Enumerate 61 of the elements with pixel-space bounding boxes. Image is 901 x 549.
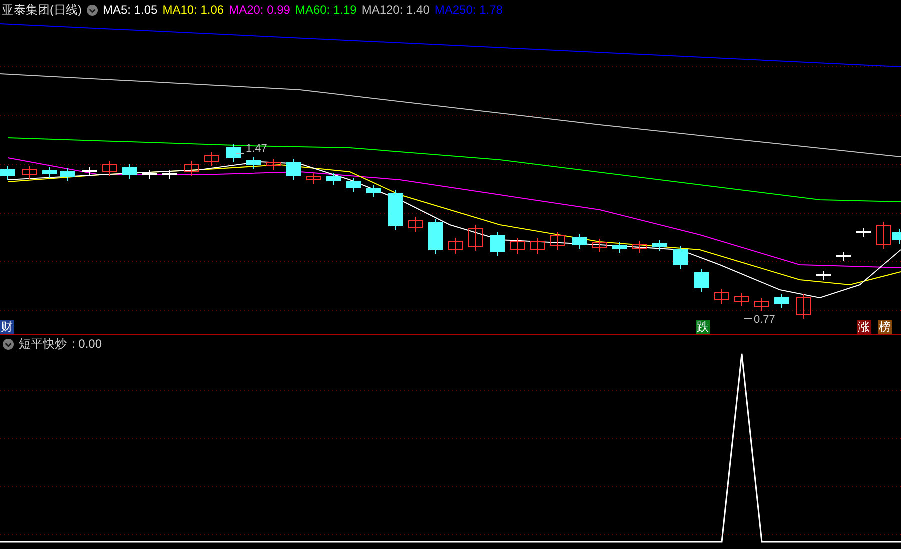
candlestick	[162, 170, 178, 180]
candlestick	[774, 294, 790, 308]
candlestick	[550, 232, 566, 250]
candlestick	[612, 242, 628, 254]
candlestick	[22, 166, 38, 180]
chevron-down-icon[interactable]	[3, 338, 14, 350]
candlestick	[142, 170, 158, 180]
moving-average-label: MA10: 1.06	[162, 2, 224, 19]
moving-average-label: MA20: 0.99	[229, 2, 290, 19]
signal-marker: 榜	[878, 320, 892, 334]
moving-average-label: MA250: 1.78	[434, 2, 503, 19]
candlestick	[408, 216, 424, 232]
indicator-value: : 0.00	[72, 336, 102, 353]
price-label: 0.77	[754, 313, 776, 328]
candlestick	[856, 228, 872, 238]
candlestick	[468, 224, 484, 252]
candlestick	[326, 172, 342, 186]
candlestick	[60, 168, 76, 182]
candlestick	[286, 158, 302, 180]
candlestick	[122, 164, 138, 180]
indicator-title: 短平快炒	[19, 336, 67, 353]
candlestick	[714, 288, 730, 304]
candlestick	[226, 144, 242, 162]
candlestick	[836, 252, 852, 262]
chevron-down-icon[interactable]	[87, 4, 98, 16]
moving-average-label: MA120: 1.40	[362, 2, 430, 19]
candlestick	[428, 218, 444, 254]
moving-average-label: MA60: 1.19	[295, 2, 357, 19]
candlestick	[674, 246, 688, 270]
signal-marker: 跌	[696, 320, 710, 334]
candlestick	[694, 268, 710, 292]
candlestick	[652, 240, 668, 252]
candlestick	[632, 240, 648, 254]
candlestick	[42, 166, 58, 178]
candlestick	[490, 232, 506, 256]
candlestick	[510, 238, 526, 254]
candlestick	[592, 238, 608, 252]
candlestick	[388, 190, 404, 230]
candlestick	[734, 292, 750, 306]
price-label: 1.47	[246, 143, 268, 155]
candlestick	[82, 166, 98, 176]
candlestick	[530, 238, 546, 254]
candlestick	[246, 156, 262, 170]
candlestick	[204, 152, 220, 166]
candlestick	[102, 160, 118, 176]
candlestick	[572, 234, 588, 250]
candlestick	[448, 238, 464, 254]
signal-marker: 涨	[857, 320, 871, 334]
stock-title: 亚泰集团(日线)	[2, 2, 82, 19]
candlestick	[346, 178, 362, 192]
candlestick	[754, 298, 770, 312]
candlestick	[184, 160, 200, 176]
signal-marker: 财	[0, 320, 14, 334]
candlestick	[306, 172, 322, 184]
candlestick	[0, 166, 16, 180]
candlestick	[796, 294, 812, 320]
candlestick	[266, 158, 282, 170]
leader-line	[744, 318, 752, 320]
moving-average-label: MA5: 1.05	[103, 2, 158, 19]
candlestick	[366, 184, 382, 198]
candlestick	[816, 270, 832, 280]
